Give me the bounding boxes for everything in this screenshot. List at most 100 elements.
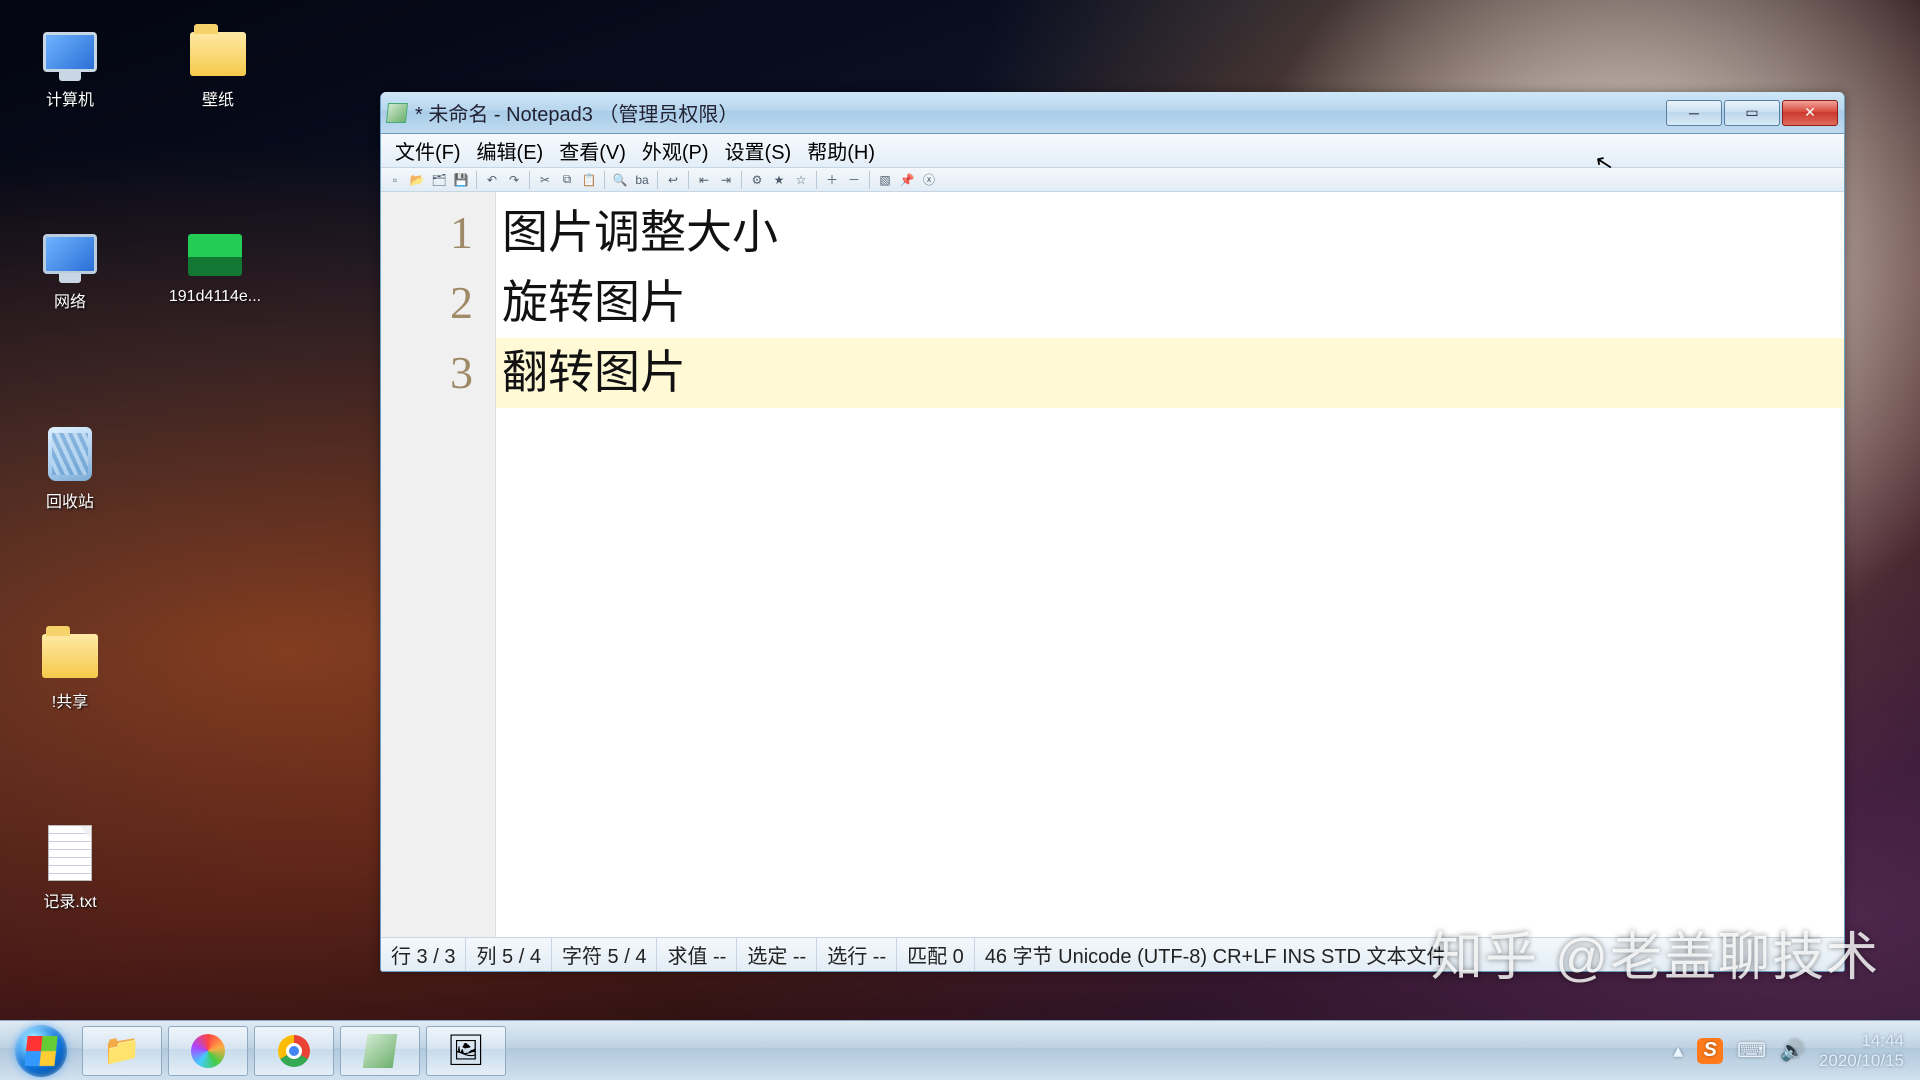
tool-open-button[interactable]: 📂: [407, 171, 427, 189]
menu-file[interactable]: 文件(F): [387, 132, 469, 169]
tool-replace-button[interactable]: ba: [632, 171, 652, 189]
tool-cut-button[interactable]: ✂: [535, 171, 555, 189]
tool-indent-button[interactable]: ⇥: [716, 171, 736, 189]
minimize-button[interactable]: ─: [1666, 100, 1722, 126]
tool-paste-button[interactable]: 📋: [579, 171, 599, 189]
line-number: 1: [381, 198, 495, 268]
status-eval: 求值 --: [657, 938, 737, 971]
sogou-ime-icon[interactable]: S: [1697, 1038, 1723, 1064]
folder-icon: [38, 620, 102, 684]
toolbar-separator: [741, 171, 742, 189]
tool-zoomout-button[interactable]: －: [844, 171, 864, 189]
tool-zoomin-button[interactable]: ＋: [822, 171, 842, 189]
tool-outdent-button[interactable]: ⇤: [694, 171, 714, 189]
toolbar-separator: [604, 171, 605, 189]
line-number: 3: [381, 338, 495, 408]
menu-appearance[interactable]: 外观(P): [634, 132, 717, 169]
volume-icon[interactable]: 🔊: [1780, 1038, 1805, 1063]
titlebar[interactable]: * 未命名 - Notepad3 （管理员权限） ─ ▭ ✕: [381, 92, 1844, 134]
desktop-icon-image[interactable]: 191d4114e...: [150, 220, 280, 306]
icon-label: 计算机: [20, 86, 120, 110]
tool-redo-button[interactable]: ↷: [504, 171, 524, 189]
computer-icon: [38, 18, 102, 82]
notepad3-window: * 未命名 - Notepad3 （管理员权限） ─ ▭ ✕ 文件(F) 编辑(…: [380, 92, 1845, 972]
status-col: 列 5 / 4: [466, 938, 551, 971]
tool-new-button[interactable]: ▫: [385, 171, 405, 189]
tray-clock[interactable]: 14:44 2020/10/15: [1819, 1031, 1904, 1070]
tool-scheme-button[interactable]: ▧: [875, 171, 895, 189]
folder-icon: 📁: [103, 1033, 140, 1068]
tray-date: 2020/10/15: [1819, 1051, 1904, 1071]
toolbar-separator: [816, 171, 817, 189]
tool-undo-button[interactable]: ↶: [482, 171, 502, 189]
close-button[interactable]: ✕: [1782, 100, 1838, 126]
folder-icon: [186, 18, 250, 82]
editor-line[interactable]: 翻转图片: [496, 338, 1844, 408]
toolbar-separator: [529, 171, 530, 189]
desktop-icon-recycle[interactable]: 回收站: [20, 420, 120, 512]
tool-save-button[interactable]: 💾: [451, 171, 471, 189]
editor-line[interactable]: 图片调整大小: [496, 198, 1844, 268]
tray-time: 14:44: [1819, 1031, 1904, 1051]
tool-fav-button[interactable]: ★: [769, 171, 789, 189]
tool-pin-button[interactable]: 📌: [897, 171, 917, 189]
tool-settings-button[interactable]: ⚙: [747, 171, 767, 189]
tool-explore-button[interactable]: 🗂: [429, 171, 449, 189]
tool-wrap-button[interactable]: ↩: [663, 171, 683, 189]
tool-find-button[interactable]: 🔍: [610, 171, 630, 189]
task-chrome[interactable]: [254, 1026, 334, 1076]
toolbar-separator: [476, 171, 477, 189]
app-icon: [386, 103, 408, 123]
status-row: 行 3 / 3: [381, 938, 466, 971]
menu-help[interactable]: 帮助(H): [799, 132, 883, 169]
chrome-icon: [278, 1035, 310, 1067]
task-photoviewer[interactable]: 🖼: [426, 1026, 506, 1076]
network-icon: [38, 220, 102, 284]
swirl-icon: [191, 1034, 225, 1068]
system-tray: ▴ S ⌨ 🔊 14:44 2020/10/15: [1673, 1031, 1914, 1070]
line-number: 2: [381, 268, 495, 338]
icon-label: 191d4114e...: [150, 288, 280, 306]
window-controls: ─ ▭ ✕: [1666, 100, 1838, 126]
start-button[interactable]: [6, 1026, 76, 1076]
window-title: * 未命名 - Notepad3 （管理员权限）: [415, 98, 1666, 127]
taskbar[interactable]: 📁 🖼 ▴ S ⌨ 🔊 14:44 2020/10/15: [0, 1020, 1920, 1080]
toolbar-separator: [688, 171, 689, 189]
desktop-icon-share[interactable]: !共享: [20, 620, 120, 712]
desktop-icon-wallpaper[interactable]: 壁纸: [168, 18, 268, 110]
tool-close-button[interactable]: ⓧ: [919, 171, 939, 189]
menu-settings[interactable]: 设置(S): [717, 132, 800, 169]
tool-copy-button[interactable]: ⧉: [557, 171, 577, 189]
toolbar-separator: [869, 171, 870, 189]
notepad-icon: [363, 1034, 398, 1068]
toolbar: ▫📂🗂💾 ↶↷ ✂⧉📋 🔍ba ↩ ⇤⇥ ⚙★☆ ＋－ ▧📌ⓧ: [381, 168, 1844, 192]
status-char: 字符 5 / 4: [552, 938, 657, 971]
desktop-icon-network[interactable]: 网络: [20, 220, 120, 312]
icon-label: 记录.txt: [20, 888, 120, 912]
maximize-button[interactable]: ▭: [1724, 100, 1780, 126]
icon-label: 网络: [20, 288, 120, 312]
keyboard-icon[interactable]: ⌨: [1737, 1038, 1766, 1063]
textfile-icon: [38, 820, 102, 884]
gutter: 123: [381, 192, 496, 937]
text-area[interactable]: 图片调整大小旋转图片翻转图片: [496, 192, 1844, 937]
tool-star-button[interactable]: ☆: [791, 171, 811, 189]
toolbar-separator: [657, 171, 658, 189]
desktop-icon-computer[interactable]: 计算机: [20, 18, 120, 110]
status-sel: 选定 --: [737, 938, 817, 971]
tray-arrow-icon[interactable]: ▴: [1673, 1038, 1683, 1063]
icon-label: 壁纸: [168, 86, 268, 110]
menu-view[interactable]: 查看(V): [551, 132, 634, 169]
editor-line[interactable]: 旋转图片: [496, 268, 1844, 338]
watermark: 知乎 @老盖聊技术: [1431, 915, 1880, 990]
desktop[interactable]: 计算机 壁纸 网络 191d4114e... 回收站 !共享 记录.txt * …: [0, 0, 1920, 1080]
image-icon: [183, 220, 247, 284]
task-notepad3[interactable]: [340, 1026, 420, 1076]
picture-icon: 🖼: [447, 1033, 485, 1068]
task-explorer[interactable]: 📁: [82, 1026, 162, 1076]
menubar: 文件(F) 编辑(E) 查看(V) 外观(P) 设置(S) 帮助(H): [381, 134, 1844, 168]
editor[interactable]: 123 图片调整大小旋转图片翻转图片: [381, 192, 1844, 937]
menu-edit[interactable]: 编辑(E): [469, 132, 552, 169]
desktop-icon-notes[interactable]: 记录.txt: [20, 820, 120, 912]
task-browser1[interactable]: [168, 1026, 248, 1076]
